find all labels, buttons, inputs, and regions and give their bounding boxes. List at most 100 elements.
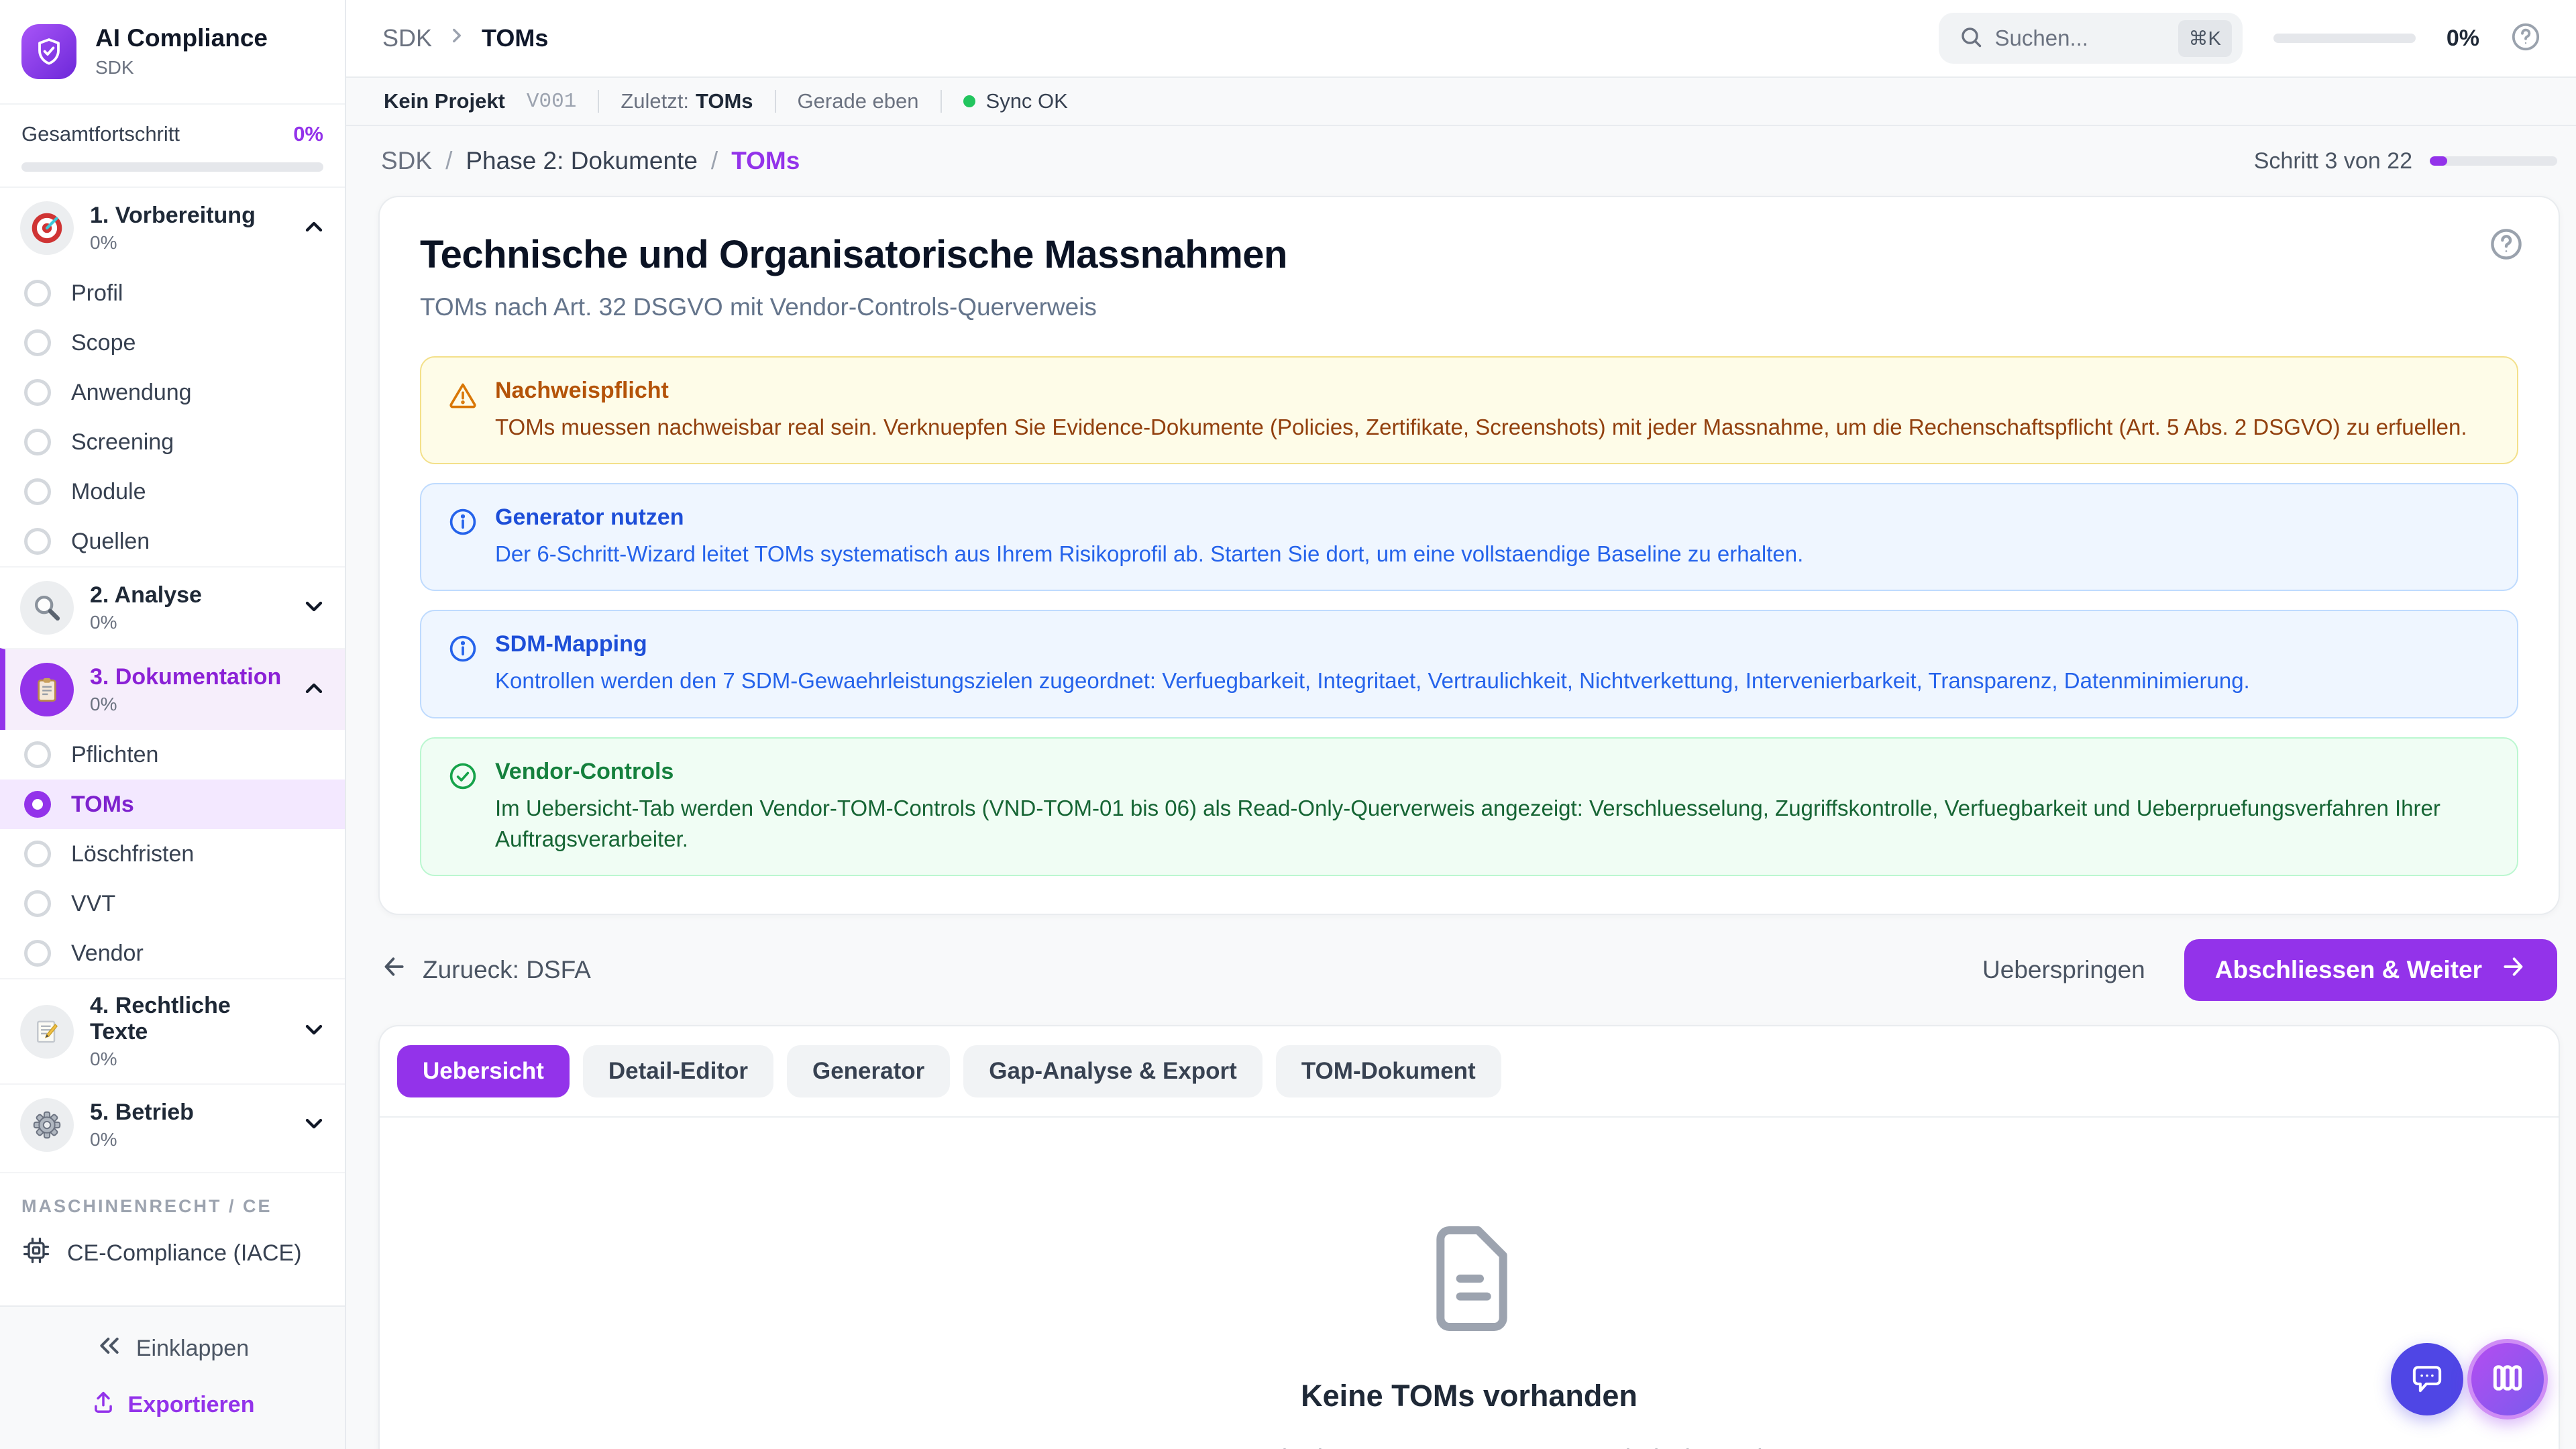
- search-icon: [1959, 25, 1983, 52]
- last-value: TOMs: [696, 89, 753, 113]
- item-label: VVT: [71, 891, 115, 917]
- gear-icon: [20, 1098, 74, 1152]
- skip-button[interactable]: Ueberspringen: [1982, 956, 2145, 984]
- alert-body: TOMs muessen nachweisbar real sein. Verk…: [495, 412, 2467, 443]
- search-box[interactable]: ⌘K: [1939, 13, 2243, 64]
- breadcrumb-separator: [445, 147, 452, 175]
- alert-title: SDM-Mapping: [495, 631, 2250, 657]
- app-logo-block: AI Compliance SDK: [0, 0, 345, 105]
- alert-title: Vendor-Controls: [495, 759, 2490, 785]
- app-subtitle: SDK: [95, 57, 268, 78]
- chat-fab-button[interactable]: [2391, 1343, 2463, 1415]
- tab-gap-analyse-export[interactable]: Gap-Analyse & Export: [963, 1045, 1263, 1097]
- breadcrumb-sdk[interactable]: SDK: [381, 147, 432, 175]
- sidebar-item-quellen[interactable]: Quellen: [0, 517, 345, 566]
- item-label: CE-Compliance (IACE): [67, 1240, 302, 1267]
- sync-dot-icon: [963, 95, 975, 107]
- sidebar-item-module[interactable]: Module: [0, 467, 345, 517]
- alert-title: Generator nutzen: [495, 504, 1803, 531]
- sidebar-item-screening[interactable]: Screening: [0, 417, 345, 467]
- tab-uebersicht[interactable]: Uebersicht: [397, 1045, 570, 1097]
- sidebar-item-loeschfristen[interactable]: Löschfristen: [0, 829, 345, 879]
- sidebar-item-anwendung[interactable]: Anwendung: [0, 368, 345, 417]
- item-label: Löschfristen: [71, 841, 194, 867]
- step-progress-track: [2430, 156, 2557, 166]
- sidebar-section-rechtliche-texte[interactable]: 4. Rechtliche Texte 0%: [0, 978, 345, 1083]
- alert-body: Der 6-Schritt-Wizard leitet TOMs systema…: [495, 539, 1803, 570]
- item-label: Quellen: [71, 529, 150, 555]
- sync-status: Sync OK: [963, 89, 1068, 113]
- sidebar-item-vvt[interactable]: VVT: [0, 879, 345, 928]
- keyboard-shortcut-badge: ⌘K: [2178, 20, 2232, 57]
- sidebar-item-vendor[interactable]: Vendor: [0, 928, 345, 978]
- magnifier-icon: [20, 581, 74, 635]
- overall-progress: Gesamtfortschritt 0%: [0, 105, 345, 188]
- back-button[interactable]: Zurueck: DSFA: [381, 953, 591, 986]
- collapse-sidebar-button[interactable]: Einklappen: [96, 1332, 249, 1365]
- breadcrumb-phase[interactable]: Phase 2: Dokumente: [466, 147, 698, 175]
- sidebar-section-analyse[interactable]: 2. Analyse 0%: [0, 566, 345, 648]
- section-percent: 0%: [90, 232, 284, 254]
- columns-fab-button[interactable]: [2467, 1339, 2548, 1419]
- breadcrumb-root[interactable]: SDK: [382, 24, 432, 52]
- breadcrumb-separator: [711, 147, 718, 175]
- help-icon[interactable]: [2510, 21, 2541, 56]
- radio-icon: [24, 329, 51, 356]
- warning-triangle-icon: [448, 380, 478, 413]
- sidebar-item-toms[interactable]: TOMs: [0, 780, 345, 829]
- item-label: Profil: [71, 280, 123, 307]
- sidebar-section-vorbereitung[interactable]: 1. Vorbereitung 0%: [0, 188, 345, 268]
- sync-label: Sync OK: [986, 89, 1068, 113]
- item-label: TOMs: [71, 792, 134, 818]
- tab-generator[interactable]: Generator: [787, 1045, 950, 1097]
- memo-icon: [20, 1005, 74, 1059]
- sidebar-section-betrieb[interactable]: 5. Betrieb 0%: [0, 1083, 345, 1165]
- empty-state-title: Keine TOMs vorhanden: [1301, 1379, 1638, 1413]
- export-button[interactable]: Exportieren: [91, 1389, 255, 1421]
- chevron-down-icon: [301, 593, 327, 623]
- sidebar-item-profil[interactable]: Profil: [0, 268, 345, 318]
- item-label: Screening: [71, 429, 174, 455]
- section-label: 4. Rechtliche Texte: [90, 993, 284, 1045]
- chip-icon: [21, 1236, 51, 1271]
- app-root: AI Compliance SDK Gesamtfortschritt 0%: [0, 0, 2576, 1449]
- page-breadcrumb-row: SDK Phase 2: Dokumente TOMs Schritt 3 vo…: [378, 126, 2560, 196]
- search-input[interactable]: [1995, 25, 2166, 51]
- divider: [598, 90, 599, 113]
- finish-next-button[interactable]: Abschliessen & Weiter: [2184, 939, 2557, 1001]
- alert-generator-nutzen: Generator nutzen Der 6-Schritt-Wizard le…: [420, 483, 2518, 591]
- alert-body: Kontrollen werden den 7 SDM-Gewaehrleist…: [495, 665, 2250, 696]
- alert-vendor-controls: Vendor-Controls Im Uebersicht-Tab werden…: [420, 737, 2518, 876]
- top-bar: SDK TOMs ⌘K 0%: [346, 0, 2576, 78]
- radio-icon: [24, 940, 51, 967]
- sidebar-item-scope[interactable]: Scope: [0, 318, 345, 368]
- toms-header-card: Technische und Organisatorische Massnahm…: [378, 196, 2560, 915]
- radio-icon: [24, 280, 51, 307]
- topbar-right: ⌘K 0%: [1939, 13, 2541, 64]
- radio-icon: [24, 741, 51, 768]
- machine-section-header: MASCHINENRECHT / CE: [0, 1172, 345, 1225]
- info-circle-icon: [448, 507, 478, 540]
- chevron-down-icon: [301, 1016, 327, 1046]
- section-percent: 0%: [90, 1129, 284, 1150]
- section-label: 2. Analyse: [90, 582, 284, 608]
- chevron-up-icon: [301, 675, 327, 705]
- document-icon: [1426, 1225, 1512, 1336]
- card-help-icon[interactable]: [2489, 227, 2524, 265]
- wizard-nav-row: Zurueck: DSFA Ueberspringen Abschliessen…: [381, 939, 2557, 1001]
- upload-icon: [91, 1389, 116, 1421]
- columns-icon: [2489, 1359, 2526, 1400]
- last-label: Zuletzt:: [621, 89, 689, 113]
- back-label: Zurueck: DSFA: [423, 956, 591, 984]
- alert-body: Im Uebersicht-Tab werden Vendor-TOM-Cont…: [495, 793, 2490, 855]
- step-indicator: Schritt 3 von 22: [2254, 148, 2557, 174]
- sidebar-item-ce-compliance[interactable]: CE-Compliance (IACE): [0, 1225, 345, 1290]
- sidebar-section-dokumentation[interactable]: 3. Dokumentation 0%: [0, 648, 345, 730]
- tab-detail-editor[interactable]: Detail-Editor: [583, 1045, 773, 1097]
- tab-tom-dokument[interactable]: TOM-Dokument: [1276, 1045, 1501, 1097]
- shield-check-icon: [21, 24, 76, 79]
- sidebar-item-pflichten[interactable]: Pflichten: [0, 730, 345, 780]
- updated-time: Gerade eben: [798, 89, 919, 113]
- alert-title: Nachweispflicht: [495, 378, 2467, 404]
- app-title: AI Compliance: [95, 25, 268, 52]
